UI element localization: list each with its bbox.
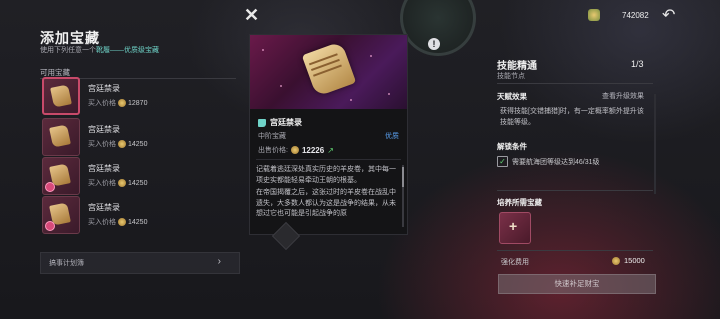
currency-value: 742082 — [622, 10, 649, 20]
treasure-name: 宫廷禁录 — [88, 164, 120, 173]
treasure-thumb — [42, 196, 80, 234]
price-value: 12870 — [128, 99, 148, 107]
skill-title: 技能精通 — [497, 61, 537, 72]
treasure-item[interactable]: 宫廷禁录 买入价格 14250 — [42, 157, 238, 195]
treasure-price: 买入价格 12870 — [88, 98, 147, 108]
price-label: 买入价格 — [88, 219, 116, 226]
enhance-fee-value: 15000 — [624, 256, 645, 265]
card-description: 记载着逃廷深处真实历史的羊皮卷，其中每一项史实都能轻易牵动王朝的根基。 在帝国揭… — [256, 165, 396, 220]
required-treasure-title: 培养所需宝藏 — [497, 198, 542, 207]
currency-display: 742082 — [588, 9, 649, 21]
card-hero-image — [250, 35, 407, 109]
back-button[interactable]: ↶ — [662, 5, 675, 25]
sale-value: 12226 — [301, 145, 325, 155]
view-upgrade-link[interactable]: 查看升级效果 — [602, 91, 644, 101]
card-description-p2: 在帝国揭覆之后，这张过时的羊皮卷在战乱中遗失，大多数人都认为这是战争的结果，从未… — [256, 189, 396, 217]
heart-icon — [45, 182, 55, 192]
treasure-thumb — [42, 77, 80, 115]
card-divider — [256, 159, 401, 160]
treasure-thumb — [42, 157, 80, 195]
coin-icon — [118, 140, 126, 148]
coin-icon — [290, 146, 299, 154]
panel-subtitle-highlight: 靴履——优质级宝藏 — [96, 47, 159, 54]
checkbox-icon: ✓ — [497, 156, 508, 167]
right-panel-scrollbar[interactable] — [654, 94, 656, 194]
quick-fill-button[interactable]: 快速补足财宝 — [498, 274, 656, 294]
card-description-p1: 记载着逃廷深处真实历史的羊皮卷，其中每一项史实都能轻易牵动王朝的根基。 — [256, 166, 396, 184]
card-grade: 中阶宝藏 — [258, 133, 286, 140]
price-label: 买入价格 — [88, 141, 116, 148]
panel-subtitle: 使用下列任意一个靴履——优质级宝藏 — [40, 45, 159, 55]
price-label: 买入价格 — [88, 180, 116, 187]
treasure-item[interactable]: 宫廷禁录 买入价格 14250 — [42, 196, 238, 234]
chevron-right-icon: › — [217, 256, 221, 267]
talent-title: 天赋效果 — [497, 92, 527, 101]
fee-divider — [497, 250, 653, 251]
quick-fill-label: 快速补足财宝 — [554, 279, 600, 288]
coin-icon — [612, 256, 620, 265]
treasure-price: 买入价格 14250 — [88, 178, 147, 188]
price-value: 14250 — [128, 179, 148, 187]
requirement-divider — [497, 190, 653, 191]
skill-subtitle: 技能节点 — [497, 73, 525, 80]
plan-book-label: 搞事计划簿 — [49, 260, 84, 267]
coin-icon — [118, 179, 126, 187]
sale-label: 出售价格: — [258, 147, 288, 154]
enhance-fee-label: 强化费用 — [501, 259, 529, 266]
scroll-icon — [50, 84, 72, 108]
panel-subtitle-prefix: 使用下列任意一个 — [40, 47, 96, 54]
treasure-name: 宫廷禁录 — [88, 84, 120, 93]
price-value: 14250 — [128, 218, 148, 226]
skill-count: 1/3 — [631, 59, 644, 69]
skill-divider — [497, 83, 653, 84]
coin-icon — [118, 218, 126, 226]
treasure-price: 买入价格 14250 — [88, 139, 147, 149]
trend-up-icon: ↗ — [327, 145, 334, 155]
price-label: 买入价格 — [88, 100, 116, 107]
treasure-price: 买入价格 14250 — [88, 217, 147, 227]
card-scrollbar-handle[interactable] — [402, 167, 404, 187]
plan-book-button[interactable]: 搞事计划簿 › — [40, 252, 240, 274]
treasure-item[interactable]: 宫廷禁录 买入价格 12870 — [42, 77, 238, 115]
talent-description: 获得技能[交错捕猎]时，有一定概率额外提升该技能等级。 — [500, 108, 644, 126]
unlock-condition: ✓ 需要航海团等级达到46/31级 — [497, 156, 600, 167]
unlock-condition-text: 需要航海团等级达到46/31级 — [512, 158, 600, 166]
price-value: 14250 — [128, 140, 148, 148]
treasure-name: 宫廷禁录 — [88, 203, 120, 212]
treasure-thumb — [42, 118, 80, 156]
close-button[interactable]: ✕ — [244, 5, 259, 26]
treasure-detail-card: 宫廷禁录 中阶宝藏 优质 出售价格: 12226 ↗ 记载着逃廷深处真实历史的羊… — [249, 34, 408, 235]
plus-icon: + — [509, 218, 518, 234]
card-name-text: 宫廷禁录 — [270, 118, 302, 127]
treasure-item[interactable]: 宫廷禁录 买入价格 14250 — [42, 118, 238, 156]
unlock-title: 解锁条件 — [497, 142, 527, 151]
info-icon[interactable]: ! — [428, 38, 440, 50]
card-quality: 优质 — [385, 133, 399, 140]
boot-icon — [258, 118, 266, 127]
card-sale-price: 出售价格: 12226 ↗ — [258, 145, 334, 155]
add-treasure-slot[interactable]: + — [499, 212, 531, 244]
currency-icon — [588, 9, 600, 21]
scroll-icon — [49, 124, 71, 148]
coin-icon — [118, 99, 126, 107]
heart-icon — [45, 221, 55, 231]
card-title: 宫廷禁录 — [258, 117, 302, 128]
treasure-name: 宫廷禁录 — [88, 125, 120, 134]
scroll-icon — [301, 41, 357, 97]
enhance-fee: 15000 — [612, 256, 645, 265]
